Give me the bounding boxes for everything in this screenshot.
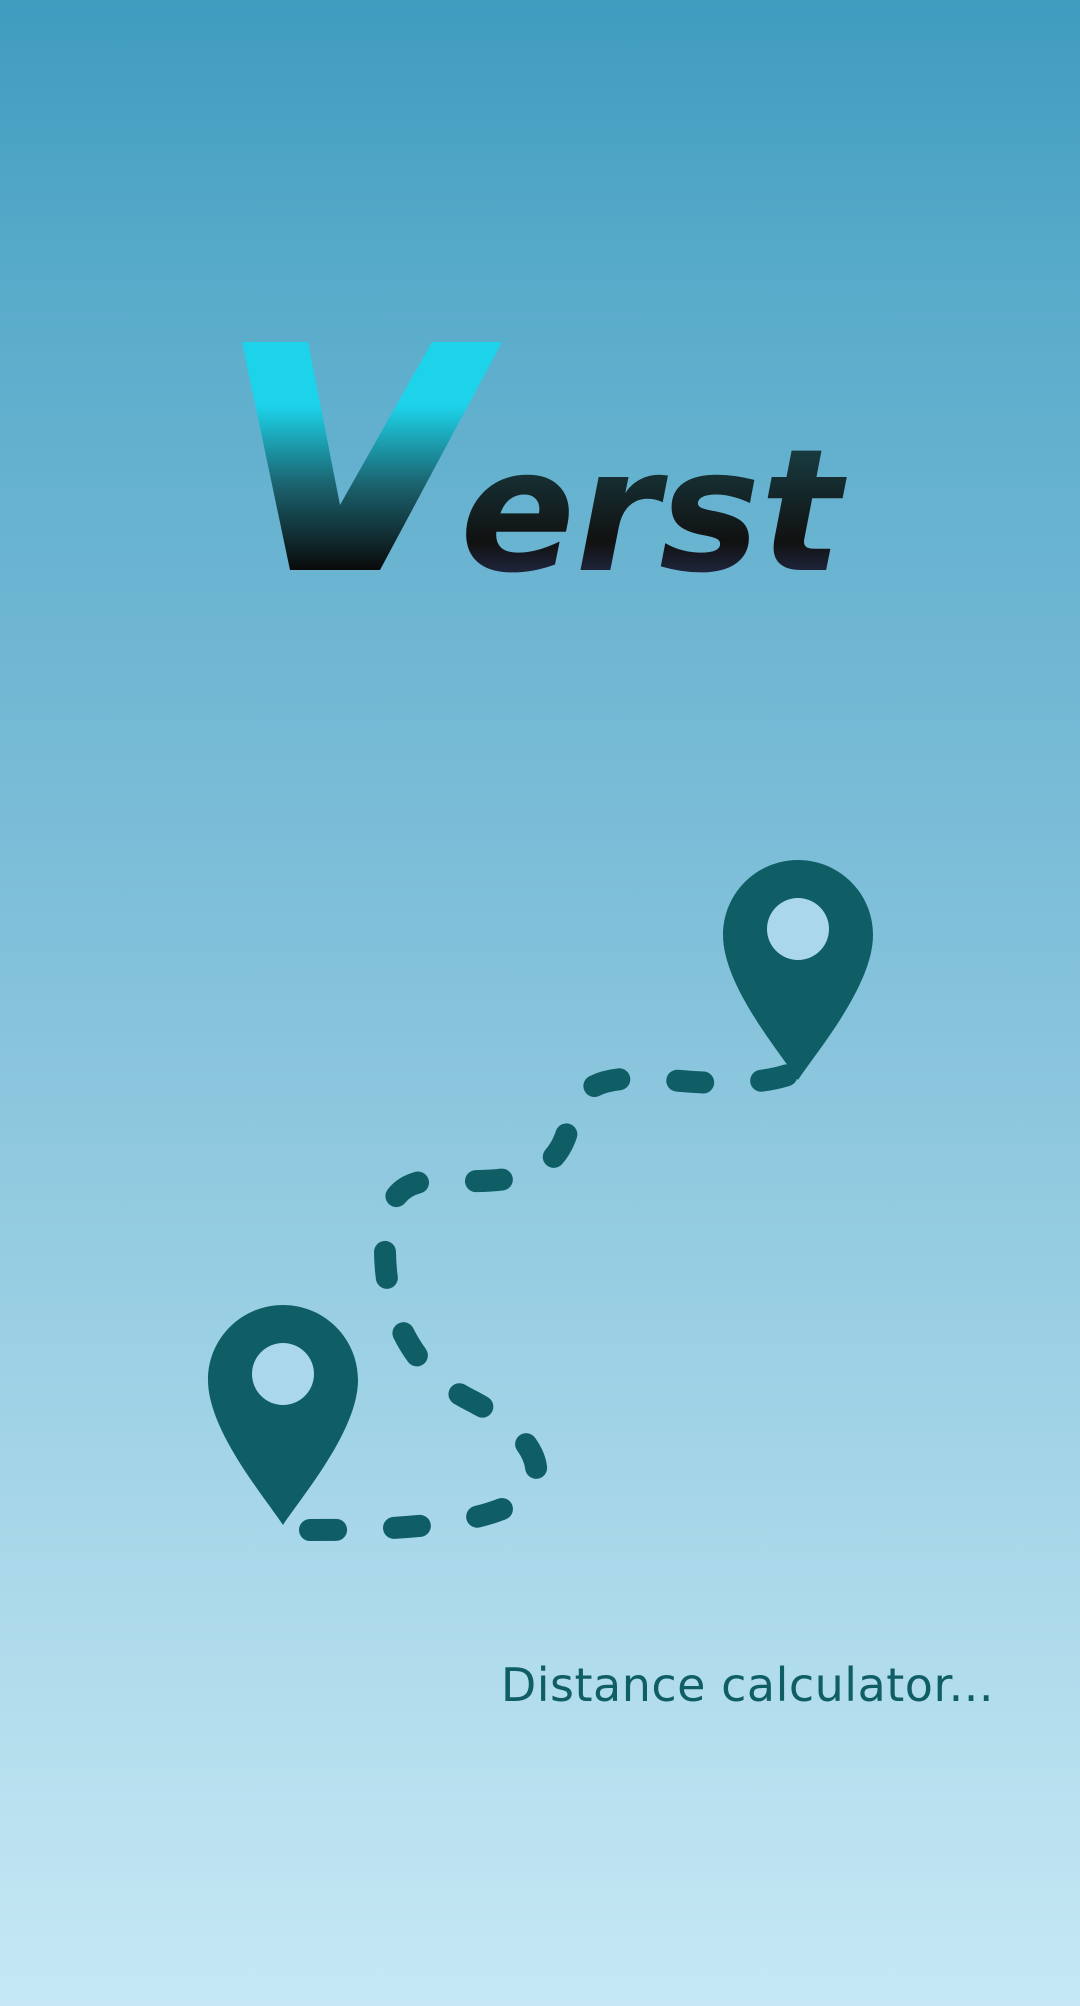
logo-wordmark: erst (460, 413, 847, 611)
app-logo: erst (230, 320, 847, 611)
end-pin-icon (723, 860, 873, 1080)
verst-logo: erst (242, 342, 847, 611)
app-tagline: Distance calculator... (500, 1658, 994, 1712)
route-dashes (299, 1059, 811, 1541)
dashed-route-icon (208, 860, 873, 1541)
route-illustration (0, 840, 1080, 1560)
splash-screen: erst Distance calculator... (0, 0, 1080, 2006)
start-pin-icon (208, 1305, 358, 1525)
